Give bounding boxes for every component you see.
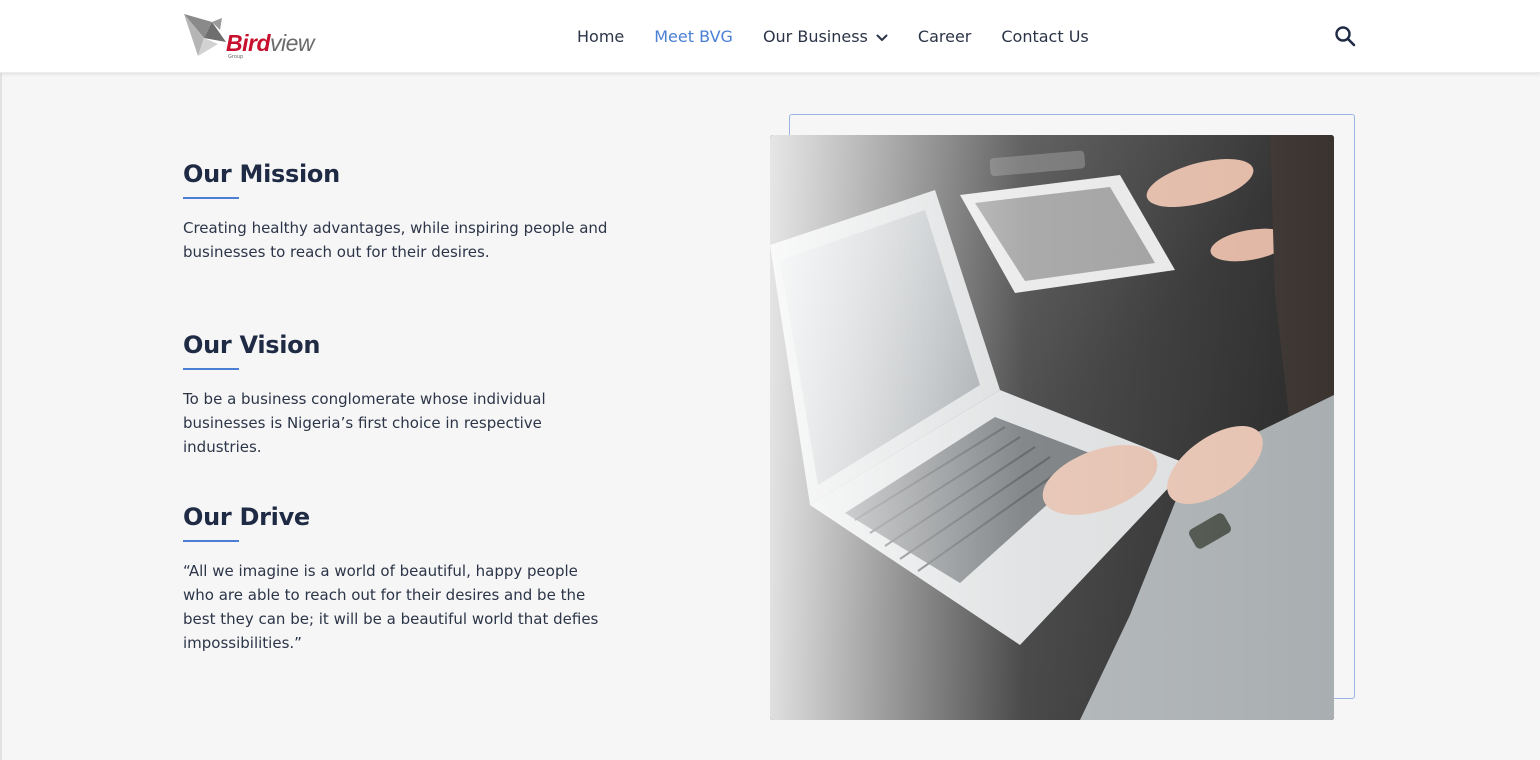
heading-underline <box>183 197 239 199</box>
bird-logo-icon <box>184 14 226 56</box>
chevron-down-icon <box>876 27 888 46</box>
nav-our-business[interactable]: Our Business <box>763 27 888 46</box>
search-icon[interactable] <box>1333 24 1357 48</box>
drive-section: Our Drive “All we imagine is a world of … <box>183 503 623 655</box>
window-edge <box>0 0 2 760</box>
nav-contact-us[interactable]: Contact Us <box>1001 27 1088 46</box>
nav-meet-bvg[interactable]: Meet BVG <box>654 27 733 46</box>
site-header: Birdview Group Home Meet BVG Our Busines… <box>0 0 1540 73</box>
mission-text: Creating healthy advantages, while inspi… <box>183 219 608 261</box>
nav-career[interactable]: Career <box>918 27 971 46</box>
drive-text: “All we imagine is a world of beautiful,… <box>183 562 599 652</box>
mission-section: Our Mission Creating healthy advantages,… <box>183 160 623 264</box>
logo-subtext: Group <box>228 54 244 60</box>
laptop-photo <box>770 135 1334 720</box>
logo-wordmark: Birdview <box>226 30 315 56</box>
heading-underline <box>183 540 239 542</box>
heading-underline <box>183 368 239 370</box>
nav-home[interactable]: Home <box>577 27 624 46</box>
birdview-logo[interactable]: Birdview Group <box>182 12 327 62</box>
vision-heading: Our Vision <box>183 331 321 359</box>
drive-heading: Our Drive <box>183 503 310 531</box>
vision-section: Our Vision To be a business conglomerate… <box>183 331 623 459</box>
vision-text: To be a business conglomerate whose indi… <box>183 390 546 456</box>
mission-heading: Our Mission <box>183 160 340 188</box>
main-nav: Home Meet BVG Our Business Career Contac… <box>577 25 1119 47</box>
